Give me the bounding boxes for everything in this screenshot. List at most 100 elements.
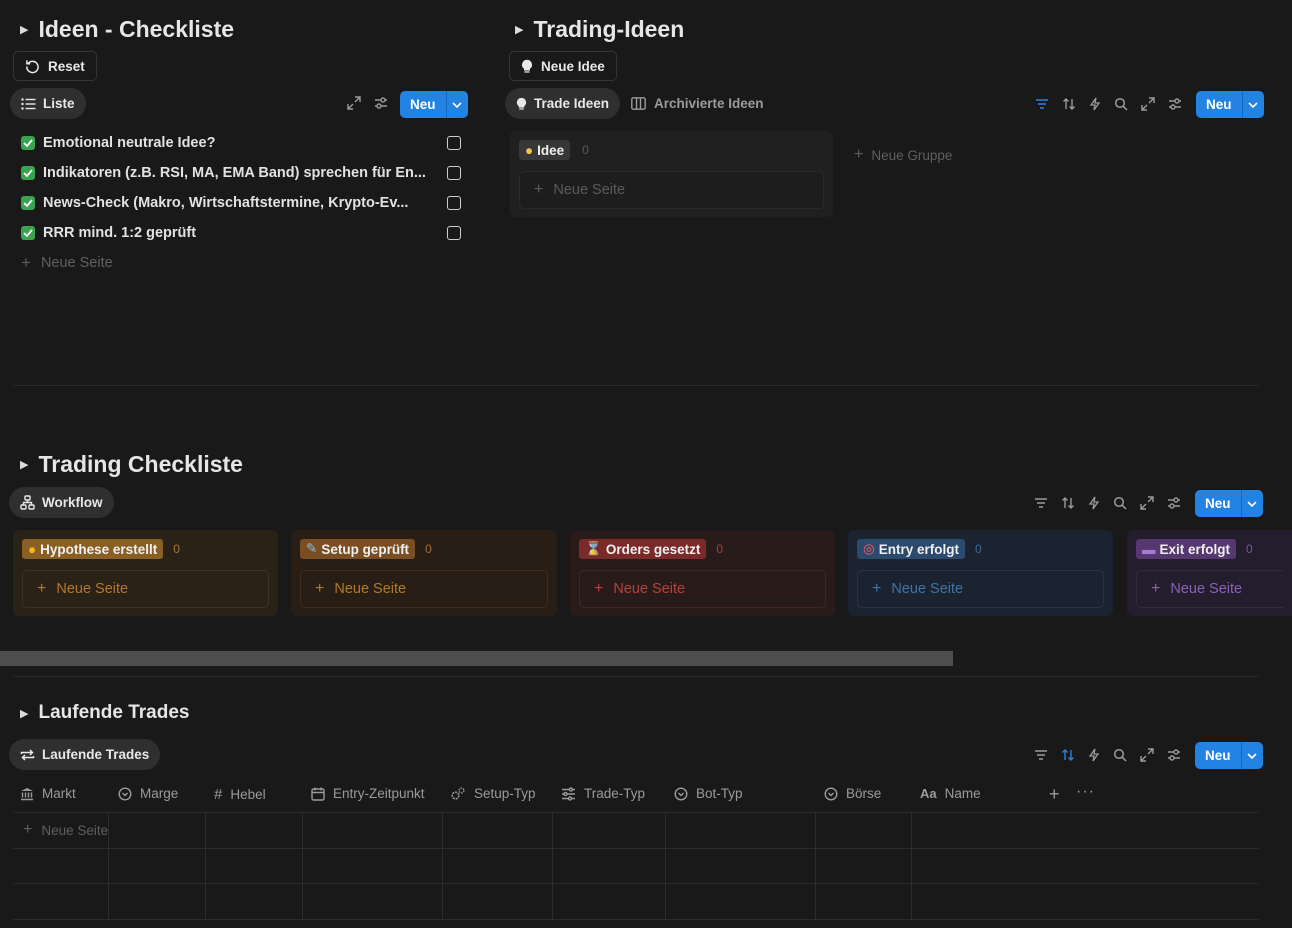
sort-icon[interactable] (1061, 496, 1075, 510)
chevron-down-icon[interactable] (445, 91, 468, 118)
lightning-icon[interactable] (1089, 97, 1101, 111)
ideen-toolbar (347, 96, 388, 110)
tab-workflow[interactable]: Workflow (9, 487, 114, 518)
filter-icon[interactable] (1034, 497, 1048, 509)
lightning-icon[interactable] (1088, 496, 1100, 510)
search-icon[interactable] (1113, 496, 1127, 510)
list-item[interactable]: Emotional neutrale Idee? (21, 128, 461, 158)
column-header-label: Bot-Typ (696, 786, 743, 801)
checked-checkbox-icon[interactable] (21, 226, 35, 240)
row-checkbox[interactable] (447, 196, 461, 210)
column-tag[interactable]: ▬ Exit erfolgt (1136, 539, 1237, 559)
laufende-trades-title: Laufende Trades (38, 702, 190, 723)
chevron-down-icon[interactable] (1241, 91, 1264, 118)
collapse-triangle-icon[interactable]: ▶ (515, 23, 523, 36)
reset-button[interactable]: Reset (13, 51, 97, 81)
laufende-trades-new-label[interactable]: Neu (1195, 742, 1241, 769)
settings-sliders-icon[interactable] (1167, 748, 1181, 762)
column-header-boerse[interactable]: Börse (824, 786, 881, 801)
add-page-button[interactable]: + Neue Seite (857, 570, 1104, 608)
row-checkbox[interactable] (447, 166, 461, 180)
search-icon[interactable] (1114, 97, 1128, 111)
add-page-button[interactable]: + Neue Seite (1136, 570, 1283, 608)
laufende-trades-heading[interactable]: ▶ Laufende Trades (20, 702, 189, 724)
column-header-entry-zeitpunkt[interactable]: Entry-Zeitpunkt (311, 786, 425, 801)
row-checkbox[interactable] (447, 226, 461, 240)
column-header-label: Trade-Typ (584, 786, 646, 801)
ideen-checkliste-heading[interactable]: ▶ Ideen - Checkliste (20, 16, 234, 43)
list-item[interactable]: RRR mind. 1:2 geprüft (21, 218, 461, 248)
column-header-setup-typ[interactable]: Setup-Typ (450, 786, 536, 801)
tab-laufende-trades[interactable]: Laufende Trades (9, 739, 161, 770)
board-column-hypothese: ● Hypothese erstellt 0 + Neue Seite (13, 530, 278, 616)
trading-checkliste-heading[interactable]: ▶ Trading Checkliste (20, 451, 243, 478)
filter-icon[interactable] (1034, 749, 1048, 761)
sort-icon[interactable] (1062, 97, 1076, 111)
expand-icon[interactable] (1140, 748, 1154, 762)
column-tag[interactable]: ✎ Setup geprüft (300, 539, 416, 559)
expand-icon[interactable] (347, 96, 361, 110)
add-page-button[interactable]: + Neue Seite (300, 570, 548, 608)
settings-sliders-icon[interactable] (374, 96, 388, 110)
table-divider (13, 883, 1259, 884)
expand-icon[interactable] (1141, 97, 1155, 111)
column-header-markt[interactable]: Markt (20, 786, 76, 801)
column-header-bot-typ[interactable]: Bot-Typ (674, 786, 743, 801)
search-icon[interactable] (1113, 748, 1127, 762)
settings-sliders-icon[interactable] (1167, 496, 1181, 510)
add-page-label: Neue Seite (613, 581, 686, 597)
chevron-down-icon[interactable] (1240, 742, 1263, 769)
trading-checkliste-new-button[interactable]: Neu (1195, 490, 1263, 517)
column-header-trade-typ[interactable]: Trade-Typ (561, 786, 645, 801)
lightning-icon[interactable] (1088, 748, 1100, 762)
add-page-button[interactable]: + Neue Seite (22, 570, 269, 608)
checked-checkbox-icon[interactable] (21, 196, 35, 210)
horizontal-scrollbar[interactable] (0, 651, 953, 666)
column-count: 0 (716, 542, 724, 556)
add-page-button[interactable]: + Neue Seite (519, 171, 824, 209)
table-column-line (665, 812, 666, 920)
row-checkbox[interactable] (447, 136, 461, 150)
add-page-button[interactable]: + Neue Seite (21, 248, 461, 278)
sort-icon[interactable] (1061, 748, 1075, 762)
repeat-icon (20, 748, 35, 761)
filter-icon[interactable] (1035, 98, 1049, 110)
column-tag[interactable]: ⌛ Orders gesetzt (579, 539, 707, 559)
column-header-label: Hebel (230, 787, 266, 802)
table-add-page-button[interactable]: + Neue Seite (23, 821, 108, 839)
column-header-hebel[interactable]: # Hebel (214, 786, 266, 803)
expand-icon[interactable] (1140, 496, 1154, 510)
tab-trade-ideen[interactable]: Trade Ideen (505, 88, 621, 119)
column-tag[interactable]: ◎ Entry erfolgt (857, 539, 966, 559)
add-group-button[interactable]: + Neue Gruppe (854, 146, 952, 164)
trading-checkliste-new-label[interactable]: Neu (1195, 490, 1241, 517)
chevron-down-icon[interactable] (1240, 490, 1263, 517)
trading-ideen-new-label[interactable]: Neu (1196, 91, 1242, 118)
more-options-icon[interactable]: ··· (1076, 783, 1095, 801)
group-tag[interactable]: ● Idee (519, 140, 571, 160)
tab-archivierte-ideen[interactable]: Archivierte Ideen (631, 96, 764, 111)
add-column-icon[interactable]: + (1049, 784, 1060, 805)
laufende-trades-new-button[interactable]: Neu (1195, 742, 1263, 769)
checked-checkbox-icon[interactable] (21, 166, 35, 180)
divider (13, 385, 1259, 386)
ideen-new-button[interactable]: Neu (400, 91, 468, 118)
column-label: Hypothese erstellt (40, 541, 158, 557)
tab-liste[interactable]: Liste (10, 88, 86, 119)
column-header-name[interactable]: Aa Name (920, 786, 981, 801)
column-tag[interactable]: ● Hypothese erstellt (22, 539, 164, 559)
trading-ideen-new-button[interactable]: Neu (1196, 91, 1264, 118)
collapse-triangle-icon[interactable]: ▶ (20, 23, 28, 36)
list-item[interactable]: Indikatoren (z.B. RSI, MA, EMA Band) spr… (21, 158, 461, 188)
add-page-button[interactable]: + Neue Seite (579, 570, 826, 608)
ideen-new-label[interactable]: Neu (400, 91, 446, 118)
checked-checkbox-icon[interactable] (21, 136, 35, 150)
trading-ideen-heading[interactable]: ▶ Trading-Ideen (515, 16, 684, 43)
new-idea-button[interactable]: Neue Idee (509, 51, 617, 81)
gears-icon (451, 786, 465, 800)
collapse-triangle-icon[interactable]: ▶ (20, 707, 28, 720)
settings-sliders-icon[interactable] (1168, 97, 1182, 111)
list-item[interactable]: News-Check (Makro, Wirtschaftstermine, K… (21, 188, 461, 218)
column-header-marge[interactable]: Marge (118, 786, 178, 801)
collapse-triangle-icon[interactable]: ▶ (20, 458, 28, 471)
